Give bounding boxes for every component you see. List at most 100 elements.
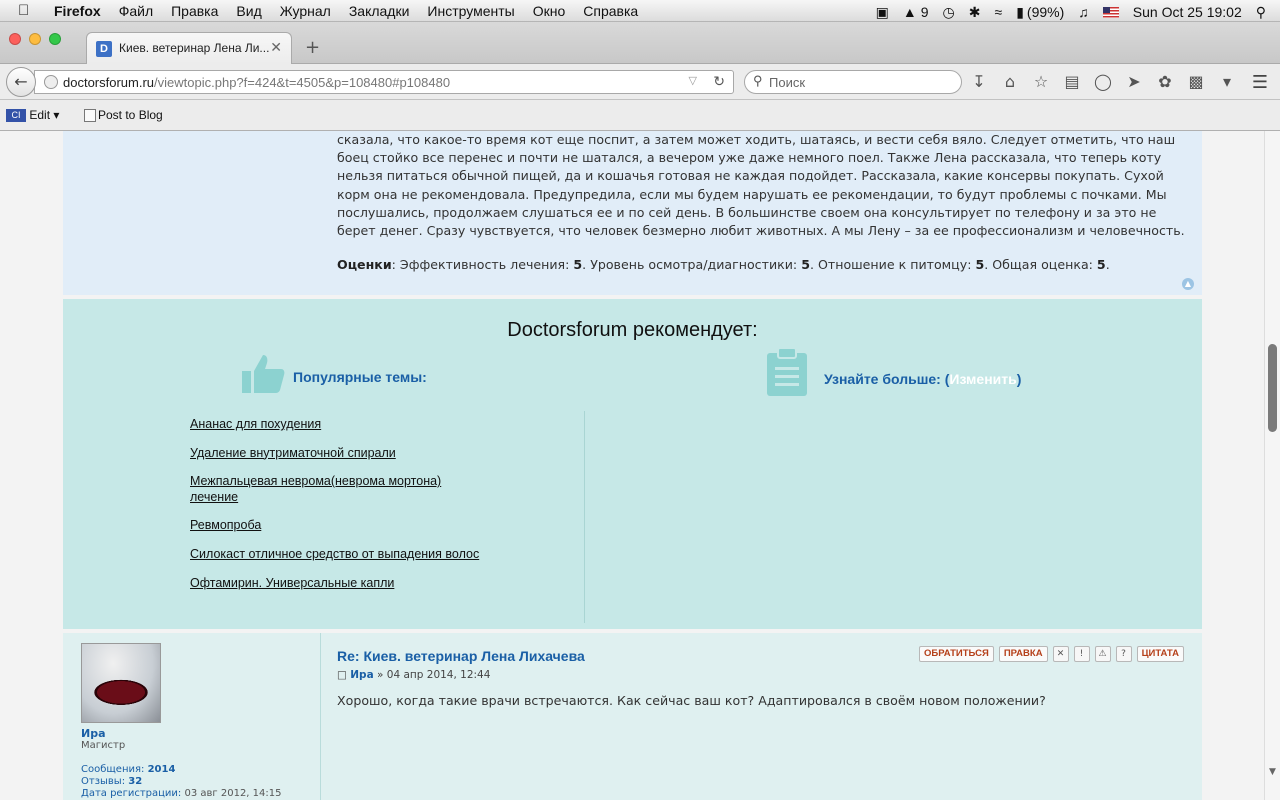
send-icon[interactable]: ➤ xyxy=(1125,72,1143,91)
thumbs-up-icon xyxy=(242,355,285,393)
scroll-down-icon[interactable]: ▼ xyxy=(1269,767,1276,777)
new-tab-icon[interactable]: + xyxy=(305,37,320,58)
wifi-icon[interactable]: ≈ xyxy=(995,4,1003,20)
rating-label: Общая оценка: xyxy=(992,257,1093,272)
rating-value: 5 xyxy=(975,257,985,272)
profile-registered: Дата регистрации: 03 авг 2012, 14:15 xyxy=(81,788,281,800)
reg-label: Дата регистрации: xyxy=(81,788,182,799)
evernote-icon[interactable]: ▣ xyxy=(876,4,889,21)
quote-button[interactable]: ЦИТАТА xyxy=(1136,646,1184,662)
close-tab-icon[interactable]: ✕ xyxy=(270,39,282,56)
reviews-count: 32 xyxy=(128,776,143,787)
apple-icon[interactable]:  xyxy=(18,2,29,19)
bluetooth-icon[interactable]: ✱ xyxy=(969,4,981,21)
bookmark-star-icon[interactable]: ☆ xyxy=(1032,72,1050,91)
close-window-button[interactable] xyxy=(9,33,21,45)
volume-icon[interactable]: ♫ xyxy=(1078,4,1089,20)
post-buttons: ОБРАТИТЬСЯ ПРАВКА ✕ ! ⚠ ? ЦИТАТА xyxy=(919,646,1184,662)
site-favicon: D xyxy=(96,41,112,57)
tab-active[interactable]: D Киев. ветеринар Лена Ли... ✕ xyxy=(86,32,292,64)
profile-username[interactable]: Ира xyxy=(81,727,106,740)
window-controls xyxy=(9,33,61,45)
search-input[interactable]: ⚲ Поиск xyxy=(744,70,962,94)
menu-edit[interactable]: Правка xyxy=(171,3,218,19)
post-author[interactable]: Ира xyxy=(350,669,373,681)
url-bar[interactable]: doctorsforum.ru/viewtopic.php?f=424&t=45… xyxy=(34,70,734,94)
rating-value: 5 xyxy=(573,257,583,272)
contact-button[interactable]: ОБРАТИТЬСЯ xyxy=(919,646,994,662)
adobe-icon[interactable]: ▲ 9 xyxy=(903,4,929,20)
menu-bookmarks[interactable]: Закладки xyxy=(349,3,410,19)
list-item: Офтамирин. Универсальные капли xyxy=(190,576,480,592)
pocket-icon[interactable]: ◯ xyxy=(1094,72,1112,91)
back-arrow-icon: ← xyxy=(14,72,28,91)
rating-label: Уровень осмотра/диагностики: xyxy=(590,257,798,272)
menu-tools[interactable]: Инструменты xyxy=(427,3,514,19)
info-icon[interactable]: ? xyxy=(1115,646,1132,662)
url-text[interactable]: doctorsforum.ru/viewtopic.php?f=424&t=45… xyxy=(63,75,450,90)
minimize-window-button[interactable] xyxy=(29,33,41,45)
messages-count: 2014 xyxy=(147,764,176,775)
reload-icon[interactable]: ↻ xyxy=(713,73,725,90)
reading-list-icon[interactable]: ▤ xyxy=(1063,72,1081,91)
topic-link[interactable]: Силокаст отличное средство от выпадения … xyxy=(190,547,479,561)
list-item: Межпальцевая неврома(неврома мортона) ле… xyxy=(190,474,480,505)
post-meta: □ Ира » 04 апр 2014, 12:44 xyxy=(337,669,490,681)
extension-dropdown-icon[interactable]: ▾ xyxy=(1218,72,1236,91)
post-ratings: Оценки: Эффективность лечения: 5. Уровен… xyxy=(337,257,1110,272)
warn-icon[interactable]: ! xyxy=(1073,646,1090,662)
downloads-icon[interactable]: ↧ xyxy=(970,72,988,91)
menu-icon[interactable]: ☰ xyxy=(1252,72,1268,93)
topic-link[interactable]: Ревмопроба xyxy=(190,518,261,532)
search-icon: ⚲ xyxy=(753,73,763,88)
popular-topics-title: Популярные темы: xyxy=(293,369,427,385)
divider xyxy=(584,411,585,623)
change-link[interactable]: Изменить xyxy=(949,371,1016,387)
post-body-text: сказала, что какое-то время кот еще посп… xyxy=(337,132,1185,239)
menu-history[interactable]: Журнал xyxy=(280,3,331,19)
spotlight-icon[interactable]: ⚲ xyxy=(1256,4,1266,21)
menu-window[interactable]: Окно xyxy=(533,3,566,19)
menu-view[interactable]: Вид xyxy=(236,3,261,19)
popular-topics-list: Ананас для похудения Удаление внутримато… xyxy=(190,417,480,604)
topic-link[interactable]: Межпальцевая неврома(неврома мортона) ле… xyxy=(190,474,441,504)
ci-icon: CI xyxy=(6,109,26,123)
menu-help[interactable]: Справка xyxy=(583,3,638,19)
scrollbar-thumb[interactable] xyxy=(1268,344,1277,432)
extension-icon[interactable]: ✿ xyxy=(1156,72,1174,91)
post-profile: Ира Магистр Сообщения: 2014 Отзывы: 32 Д… xyxy=(63,633,321,800)
post-icon[interactable]: □ xyxy=(337,669,347,681)
clipboard-icon[interactable]: ▩ xyxy=(1187,72,1205,91)
clock[interactable]: Sun Oct 25 19:02 xyxy=(1133,4,1242,20)
menu-app[interactable]: Firefox xyxy=(54,3,101,19)
url-path: /viewtopic.php?f=424&t=4505&p=108480#p10… xyxy=(154,75,451,90)
post-title[interactable]: Re: Киев. ветеринар Лена Лихачева xyxy=(337,648,585,664)
learn-more-label: Узнайте больше: ( xyxy=(824,371,950,387)
bookmark-edit-label: Edit xyxy=(29,108,51,122)
profile-reviews[interactable]: Отзывы: 32 xyxy=(81,776,281,788)
profile-messages[interactable]: Сообщения: 2014 xyxy=(81,764,281,776)
nav-bar: doctorsforum.ru/viewtopic.php?f=424&t=45… xyxy=(0,64,1280,100)
scrollbar[interactable]: ▼ xyxy=(1264,131,1280,800)
topic-link[interactable]: Удаление внутриматочной спирали xyxy=(190,446,396,460)
history-dropdown-icon[interactable]: ▽ xyxy=(689,74,697,87)
back-to-top-icon[interactable]: ▲ xyxy=(1182,278,1194,290)
avatar[interactable] xyxy=(81,643,161,723)
clipboard-icon xyxy=(767,347,807,396)
report-icon[interactable]: ⚠ xyxy=(1094,646,1111,662)
rating-label: Эффективность лечения: xyxy=(399,257,570,272)
home-icon[interactable]: ⌂ xyxy=(1001,72,1019,91)
bookmark-post-to-blog[interactable]: Post to Blog xyxy=(84,108,163,123)
flag-icon[interactable] xyxy=(1102,6,1119,18)
zoom-window-button[interactable] xyxy=(49,33,61,45)
topic-link[interactable]: Офтамирин. Универсальные капли xyxy=(190,576,394,590)
topic-link[interactable]: Ананас для похудения xyxy=(190,417,321,431)
battery-icon[interactable]: ▮ (99%) xyxy=(1016,4,1064,21)
timemachine-icon[interactable]: ◷ xyxy=(943,4,955,21)
delete-icon[interactable]: ✕ xyxy=(1052,646,1069,662)
menu-file[interactable]: Файл xyxy=(119,3,153,19)
edit-button[interactable]: ПРАВКА xyxy=(998,646,1048,662)
back-button[interactable]: ← xyxy=(6,67,36,97)
site-identity-icon[interactable] xyxy=(44,75,58,89)
bookmark-edit[interactable]: CI Edit ▾ xyxy=(6,108,59,123)
